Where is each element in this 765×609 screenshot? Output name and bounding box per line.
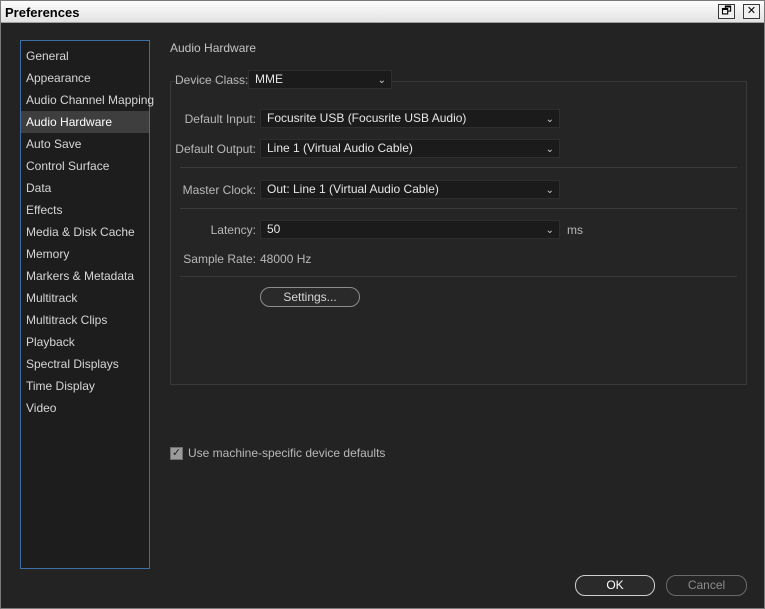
default-output-label: Default Output: — [175, 142, 256, 156]
sidebar-item-time-display[interactable]: Time Display — [21, 375, 149, 397]
close-button[interactable]: ✕ — [743, 4, 760, 19]
title-bar: Preferences 🗗 ✕ — [1, 1, 764, 23]
machine-defaults-option[interactable]: ✓ Use machine-specific device defaults — [170, 446, 385, 460]
default-output-dropdown[interactable]: Line 1 (Virtual Audio Cable) ⌄ — [260, 139, 560, 158]
dialog-content: General Appearance Audio Channel Mapping… — [1, 23, 764, 608]
default-input-value: Focusrite USB (Focusrite USB Audio) — [267, 111, 467, 125]
checkmark-icon: ✓ — [171, 446, 182, 459]
chevron-down-icon: ⌄ — [545, 114, 554, 125]
sidebar-item-effects[interactable]: Effects — [21, 199, 149, 221]
restore-button[interactable]: 🗗 — [718, 4, 735, 19]
machine-defaults-label: Use machine-specific device defaults — [188, 446, 386, 460]
sidebar-item-spectral-displays[interactable]: Spectral Displays — [21, 353, 149, 375]
default-output-value: Line 1 (Virtual Audio Cable) — [267, 141, 413, 155]
latency-dropdown[interactable]: 50 ⌄ — [260, 220, 560, 239]
latency-unit: ms — [567, 223, 583, 237]
sidebar-item-markers-metadata[interactable]: Markers & Metadata — [21, 265, 149, 287]
sidebar-item-control-surface[interactable]: Control Surface — [21, 155, 149, 177]
divider — [180, 208, 737, 209]
ok-button[interactable]: OK — [575, 575, 655, 596]
latency-label: Latency: — [210, 223, 256, 237]
divider — [180, 276, 737, 277]
sidebar-item-audio-channel-mapping[interactable]: Audio Channel Mapping — [21, 89, 154, 111]
sidebar-item-general[interactable]: General — [21, 45, 149, 67]
sidebar-item-playback[interactable]: Playback — [21, 331, 149, 353]
device-class-value: MME — [255, 72, 283, 86]
default-input-label: Default Input: — [184, 112, 256, 126]
chevron-down-icon: ⌄ — [545, 225, 554, 236]
preferences-sidebar: General Appearance Audio Channel Mapping… — [20, 40, 154, 569]
sidebar-item-data[interactable]: Data — [21, 177, 149, 199]
section-title: Audio Hardware — [170, 41, 257, 55]
device-class-dropdown[interactable]: MME ⌄ — [248, 70, 392, 89]
chevron-down-icon: ⌄ — [545, 144, 554, 155]
sidebar-item-auto-save[interactable]: Auto Save — [21, 133, 149, 155]
sidebar-item-audio-hardware[interactable]: Audio Hardware — [21, 111, 149, 133]
sidebar-item-multitrack-clips[interactable]: Multitrack Clips — [21, 309, 149, 331]
restore-icon: 🗗 — [721, 5, 732, 17]
divider — [180, 167, 737, 168]
device-class-label: Device Class: — [175, 73, 249, 87]
sidebar-item-media-disk-cache[interactable]: Media & Disk Cache — [21, 221, 149, 243]
sidebar-item-multitrack[interactable]: Multitrack — [21, 287, 149, 309]
master-clock-dropdown[interactable]: Out: Line 1 (Virtual Audio Cable) ⌄ — [260, 180, 560, 199]
close-icon: ✕ — [746, 5, 757, 17]
cancel-button[interactable]: Cancel — [666, 575, 747, 596]
sample-rate-value: 48000 Hz — [260, 252, 312, 266]
machine-defaults-checkbox[interactable]: ✓ — [170, 446, 183, 460]
master-clock-label: Master Clock: — [182, 183, 256, 197]
sidebar-item-appearance[interactable]: Appearance — [21, 67, 149, 89]
window-title: Preferences — [5, 5, 80, 20]
default-input-dropdown[interactable]: Focusrite USB (Focusrite USB Audio) ⌄ — [260, 109, 560, 128]
chevron-down-icon: ⌄ — [545, 185, 554, 196]
chevron-down-icon: ⌄ — [377, 75, 386, 86]
settings-button[interactable]: Settings... — [260, 287, 360, 307]
latency-value: 50 — [267, 222, 281, 236]
master-clock-value: Out: Line 1 (Virtual Audio Cable) — [267, 182, 439, 196]
preferences-window: Preferences 🗗 ✕ General Appearance Audio… — [0, 0, 765, 609]
sidebar-item-memory[interactable]: Memory — [21, 243, 149, 265]
sample-rate-label: Sample Rate: — [183, 252, 256, 266]
sidebar-item-video[interactable]: Video — [21, 397, 149, 419]
